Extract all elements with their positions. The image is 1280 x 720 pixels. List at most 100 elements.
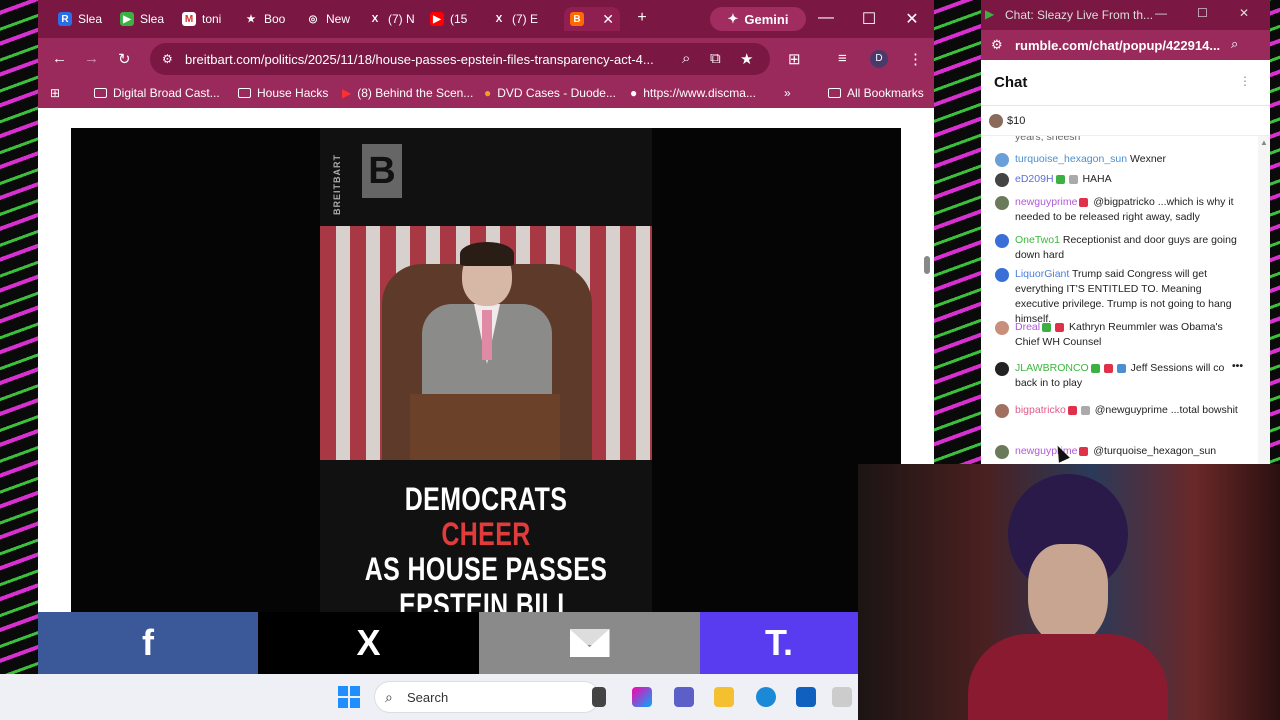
video-scene-image [320, 226, 652, 460]
url-field[interactable]: ⚙ breitbart.com/politics/2025/11/18/hous… [150, 43, 770, 75]
star-icon: ★ [246, 13, 256, 25]
copilot-icon[interactable] [632, 687, 652, 707]
media-controls-icon[interactable]: ≡ [838, 50, 847, 67]
rumble-icon: ▶ [120, 12, 134, 26]
maximize-icon[interactable]: ☐ [859, 9, 879, 29]
tab-6[interactable]: X (7) N [362, 7, 424, 31]
reload-icon[interactable]: ↻ [118, 50, 131, 68]
chat-header: Chat ⋮ [981, 60, 1270, 106]
avatar [995, 268, 1009, 282]
zoom-icon[interactable]: ⌕ [682, 50, 690, 67]
bookmark-item[interactable]: ▶ (8) Behind the Scen... [342, 86, 473, 100]
rant-pill[interactable]: $10 [989, 112, 1026, 130]
new-tab-icon[interactable]: + [632, 9, 652, 27]
truth-social-share-button[interactable]: T. [700, 612, 858, 674]
x-logo-icon: X [495, 13, 503, 25]
share-bar: f X T. [38, 612, 858, 674]
message-options-icon[interactable]: ••• [1232, 359, 1243, 374]
avatar [995, 173, 1009, 187]
chat-message-cutoff: years, sheesh [1015, 136, 1081, 143]
email-share-button[interactable] [479, 612, 700, 674]
bookmark-item[interactable]: ● https://www.discma... [630, 86, 756, 100]
bookmarks-bar: ⊞ Digital Broad Cast... House Hacks ▶ (8)… [38, 80, 934, 108]
tab-3[interactable]: Mtoni [176, 7, 238, 31]
apps-grid-icon[interactable]: ⊞ [50, 86, 60, 100]
tab-2[interactable]: ▶ Slea [114, 7, 176, 31]
install-icon[interactable]: ⧉ [710, 50, 721, 67]
chat-message: bigpatricko @newguyprime ...total bowshi… [995, 403, 1245, 418]
breitbart-favicon-icon: B [570, 12, 584, 26]
taskbar-search[interactable]: ⌕ Search [374, 681, 600, 713]
site-favicon-icon: ● [484, 86, 492, 100]
close-window-icon[interactable]: ✕ [902, 9, 922, 29]
chat-url-bar: ⚙ rumble.com/chat/popup/422914... ⌕ [981, 30, 1270, 60]
x-logo-icon: X [371, 13, 379, 25]
forward-icon[interactable]: → [84, 50, 99, 67]
facebook-icon: f [142, 622, 154, 663]
tab-8[interactable]: X (7) E [486, 7, 548, 31]
tab-5[interactable]: ◎ New [300, 7, 362, 31]
gmail-icon: M [182, 12, 196, 26]
minimize-icon[interactable]: — [816, 9, 836, 27]
bookmark-star-icon[interactable]: ★ [740, 50, 753, 68]
badge-icon [1116, 363, 1126, 373]
scrollbar-thumb[interactable] [924, 256, 930, 274]
site-info-icon[interactable]: ⚙ [991, 37, 1003, 53]
file-explorer-icon[interactable] [714, 687, 734, 707]
more-bookmarks-icon[interactable]: » [784, 86, 791, 100]
youtube-icon: ▶ [342, 86, 352, 100]
badge-icon [1055, 174, 1065, 184]
minimize-icon[interactable]: — [1155, 6, 1167, 20]
bookmark-item[interactable]: House Hacks [238, 86, 328, 100]
scroll-up-icon[interactable]: ▲ [1260, 138, 1268, 147]
rumble-icon: ▶ [985, 7, 995, 21]
teams-icon[interactable] [674, 687, 694, 707]
badge-icon [1055, 322, 1065, 332]
profile-avatar[interactable]: D [870, 50, 888, 68]
chat-message: LiquorGiant Trump said Congress will get… [995, 267, 1245, 327]
truth-social-icon: T. [764, 622, 793, 663]
avatar [995, 196, 1009, 210]
bookmark-item[interactable]: ● DVD Cases - Duode... [484, 86, 616, 100]
tab-7[interactable]: ▶ (15 [424, 7, 486, 31]
facebook-share-button[interactable]: f [38, 612, 258, 674]
windows-start-icon[interactable] [338, 686, 360, 708]
chat-message: OneTwo1 Receptionist and door guys are g… [995, 233, 1245, 263]
bookmark-item[interactable]: Digital Broad Cast... [94, 86, 220, 100]
menu-kebab-icon[interactable]: ⋮ [908, 50, 923, 68]
chat-scrollbar[interactable]: ▲ [1258, 136, 1270, 464]
close-window-icon[interactable]: ✕ [1239, 6, 1249, 20]
badge-icon [1080, 405, 1090, 415]
gemini-button[interactable]: ✦ Gemini [710, 7, 806, 31]
badge-icon [1079, 446, 1089, 456]
extensions-icon[interactable]: ⊞ [788, 50, 801, 68]
avatar [995, 234, 1009, 248]
back-icon[interactable]: ← [52, 50, 67, 67]
webcam-feed [858, 464, 1280, 720]
folder-icon [94, 88, 107, 98]
chat-popup-window: ▶ Chat: Sleazy Live From th... — ☐ ✕ ⚙ r… [981, 0, 1270, 464]
chat-message: Dreal Kathryn Reummler was Obama's Chief… [995, 320, 1245, 350]
site-info-icon[interactable]: ⚙ [162, 52, 173, 66]
tab-active-breitbart[interactable]: B ✕ [564, 7, 620, 31]
close-tab-icon[interactable]: ✕ [602, 11, 614, 28]
avatar [995, 445, 1009, 459]
store-icon[interactable] [796, 687, 816, 707]
tab-1[interactable]: R Slea [52, 7, 114, 31]
sparkle-icon: ✦ [727, 11, 739, 26]
tab-favicon: R [58, 12, 72, 26]
edge-icon[interactable] [756, 687, 776, 707]
zoom-icon[interactable]: ⌕ [1231, 36, 1238, 52]
app-icon[interactable] [832, 687, 852, 707]
chat-window-titlebar: ▶ Chat: Sleazy Live From th... — ☐ ✕ [981, 0, 1270, 30]
badge-icon [1079, 197, 1089, 207]
badge-icon [1042, 322, 1052, 332]
chat-menu-icon[interactable]: ⋮ [1239, 74, 1251, 88]
maximize-icon[interactable]: ☐ [1197, 6, 1208, 20]
all-bookmarks[interactable]: All Bookmarks [828, 86, 924, 100]
x-share-button[interactable]: X [258, 612, 479, 674]
site-favicon-icon: ● [630, 86, 638, 100]
tab-4[interactable]: ★ Boo [238, 7, 300, 31]
badge-icon [1090, 363, 1100, 373]
file-icon[interactable] [592, 687, 606, 707]
